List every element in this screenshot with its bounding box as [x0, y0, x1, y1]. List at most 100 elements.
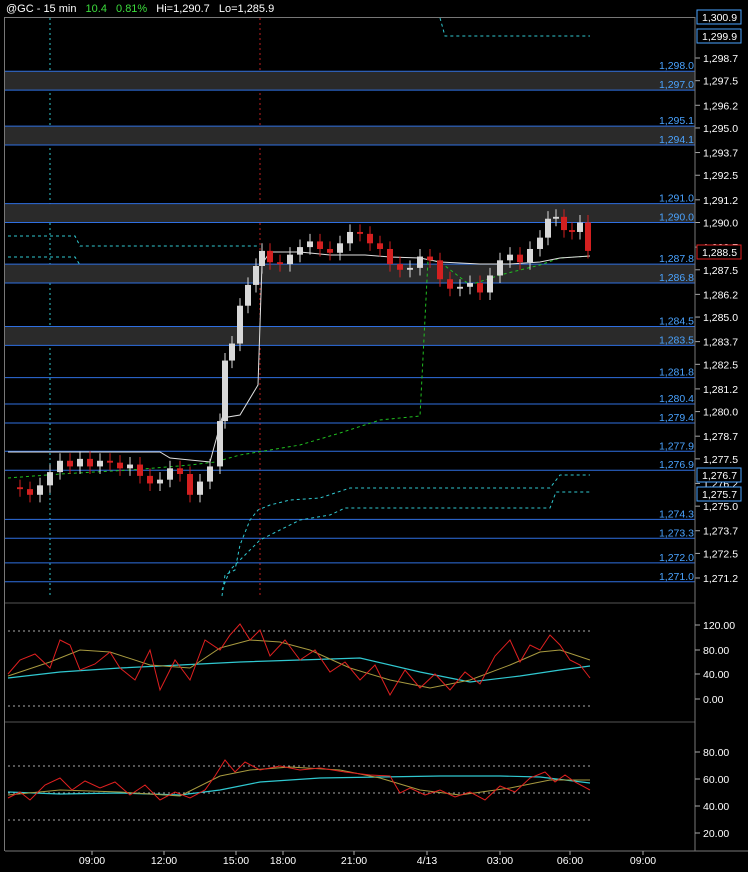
candle-body	[277, 262, 283, 265]
candle-body	[87, 458, 93, 467]
candle-body	[437, 260, 443, 280]
candle-body	[545, 218, 551, 238]
price-badge-text: 1,300.9	[702, 12, 737, 24]
price-badge-text: 1,276.7	[702, 470, 737, 482]
price-badge: 1,300.9	[696, 9, 742, 25]
candle-body	[537, 237, 543, 249]
time-tick-label: 09:00	[79, 855, 105, 867]
candle-body	[127, 464, 133, 469]
price-tick-label: 1,272.5	[703, 548, 738, 560]
candle	[167, 460, 173, 488]
price-tick-label: 1,280.0	[703, 407, 738, 419]
candle-body	[347, 231, 353, 244]
candle	[327, 241, 333, 261]
candle	[297, 239, 303, 263]
cyan-dashed-upper	[439, 17, 590, 37]
candle	[157, 472, 163, 492]
candle-body	[367, 233, 373, 244]
candle-body	[457, 286, 463, 289]
green-dashed	[7, 255, 591, 479]
candle	[337, 235, 343, 261]
candle	[127, 456, 133, 476]
time-tick-label: 21:00	[341, 855, 367, 867]
level-label: 1,281.8	[659, 367, 694, 379]
candle-body	[245, 284, 251, 306]
price-tick-label: 1,283.7	[703, 337, 738, 349]
candle-body	[217, 421, 223, 467]
price-chart[interactable]: 1,298.0 1,297.0 1,295.1 1,294.1 1,291.0 1,290…	[0, 0, 748, 872]
ind1-tick-label: 120.00	[703, 620, 735, 632]
level-label: 1,290.0	[659, 212, 694, 224]
candle-body	[167, 468, 173, 480]
candle-body	[447, 279, 453, 289]
price-tick-label: 1,286.2	[703, 289, 738, 301]
price-tick-label: 1,273.7	[703, 526, 738, 538]
candle-body	[107, 460, 113, 463]
price-tick-label: 1,275.0	[703, 501, 738, 513]
candle	[537, 230, 543, 257]
ind1-cyan-line	[7, 657, 591, 683]
candle-body	[57, 460, 63, 473]
candle-body	[477, 283, 483, 293]
candle	[187, 466, 193, 503]
level-label: 1,297.0	[659, 79, 694, 91]
candle	[377, 235, 383, 257]
candle-body	[253, 266, 259, 285]
price-badge: 1,276.7	[696, 467, 742, 483]
level-label: 1,286.8	[659, 272, 694, 284]
candle-body	[553, 216, 559, 219]
candle-body	[427, 256, 433, 261]
ind2-tick-label: 40.00	[703, 801, 729, 813]
candle	[357, 224, 363, 242]
candle	[307, 233, 313, 255]
candle-body	[561, 216, 567, 231]
level-band	[5, 264, 695, 284]
candle	[569, 222, 575, 240]
candle-body	[577, 222, 583, 232]
candle-body	[47, 472, 53, 486]
price-badge-text: 1,275.7	[702, 489, 737, 501]
ind2-olive-line	[7, 766, 590, 797]
candle	[367, 226, 373, 251]
candle-body	[467, 283, 473, 287]
price-tick-label: 1,298.7	[703, 53, 738, 65]
price-tick-label: 1,281.2	[703, 384, 738, 396]
ind1-tick-label: 80.00	[703, 645, 729, 657]
time-tick-label: 4/13	[417, 855, 438, 867]
candle-body	[357, 231, 363, 234]
candle-body	[67, 460, 73, 467]
time-tick-label: 15:00	[223, 855, 249, 867]
level-label: 1,276.9	[659, 459, 694, 471]
time-tick-label: 18:00	[270, 855, 296, 867]
candle-body	[17, 487, 23, 490]
level-label: 1,273.3	[659, 527, 694, 539]
price-tick-label: 1,292.5	[703, 170, 738, 182]
candle	[207, 458, 213, 490]
level-label: 1,294.1	[659, 134, 694, 146]
candle	[347, 224, 353, 251]
candle-body	[377, 243, 383, 249]
candle	[47, 464, 53, 493]
price-tick-label: 1,287.5	[703, 265, 738, 277]
price-tick-label: 1,295.0	[703, 123, 738, 135]
level-band	[5, 203, 695, 223]
level-label: 1,280.4	[659, 393, 694, 405]
candle	[253, 258, 259, 293]
candle-body	[197, 481, 203, 495]
price-badge: 1,275.7	[696, 486, 742, 502]
candle	[67, 453, 73, 474]
candle-body	[397, 264, 403, 270]
candle	[117, 455, 123, 476]
level-label: 1,271.0	[659, 571, 694, 583]
candle-body	[97, 460, 103, 467]
ind2-tick-label: 80.00	[703, 747, 729, 759]
candle-body	[569, 230, 575, 232]
candle-body	[327, 248, 333, 253]
candle	[222, 352, 228, 429]
price-badge: 1,288.5	[696, 244, 742, 260]
candle-body	[147, 475, 153, 484]
candle	[17, 479, 23, 497]
price-badge-text: 1,299.9	[702, 31, 737, 43]
level-label: 1,277.9	[659, 440, 694, 452]
candle-body	[317, 241, 323, 249]
